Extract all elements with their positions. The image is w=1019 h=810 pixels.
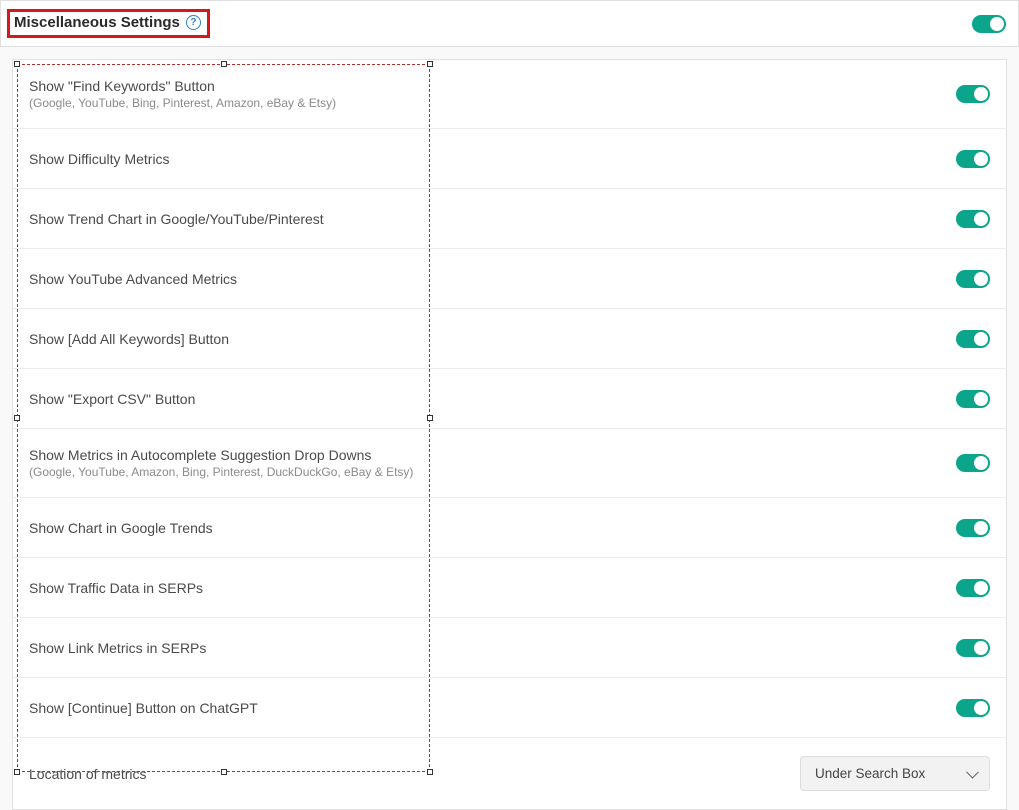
setting-row: Show Difficulty Metrics <box>13 129 1006 189</box>
setting-label: Show [Add All Keywords] Button <box>29 331 229 347</box>
setting-title: Show Traffic Data in SERPs <box>29 580 203 596</box>
setting-label: Show "Find Keywords" Button (Google, YouT… <box>29 78 336 110</box>
setting-row: Show Chart in Google Trends <box>13 498 1006 558</box>
setting-row: Show [Continue] Button on ChatGPT <box>13 678 1006 738</box>
setting-toggle[interactable] <box>956 85 990 103</box>
setting-title: Show Difficulty Metrics <box>29 151 170 167</box>
setting-title: Show Chart in Google Trends <box>29 520 213 536</box>
help-icon[interactable]: ? <box>186 15 201 30</box>
setting-title: Show YouTube Advanced Metrics <box>29 271 237 287</box>
setting-toggle[interactable] <box>956 210 990 228</box>
setting-row: Show Metrics in Autocomplete Suggestion … <box>13 429 1006 498</box>
setting-row: Show YouTube Advanced Metrics <box>13 249 1006 309</box>
setting-toggle[interactable] <box>956 454 990 472</box>
setting-label: Show Chart in Google Trends <box>29 520 213 536</box>
location-dropdown[interactable]: Under Search Box <box>800 756 990 791</box>
setting-label: Show Metrics in Autocomplete Suggestion … <box>29 447 413 479</box>
setting-label: Show YouTube Advanced Metrics <box>29 271 237 287</box>
section-title-highlight: Miscellaneous Settings ? <box>7 9 210 38</box>
setting-row: Show "Export CSV" Button <box>13 369 1006 429</box>
section-toggle[interactable] <box>972 15 1006 33</box>
dropdown-value: Under Search Box <box>815 766 925 781</box>
setting-toggle[interactable] <box>956 390 990 408</box>
setting-label: Show Trend Chart in Google/YouTube/Pinte… <box>29 211 324 227</box>
setting-row: Show [Add All Keywords] Button <box>13 309 1006 369</box>
setting-title: Show Trend Chart in Google/YouTube/Pinte… <box>29 211 324 227</box>
setting-label: Show Difficulty Metrics <box>29 151 170 167</box>
setting-title: Show [Continue] Button on ChatGPT <box>29 700 258 716</box>
setting-label: Show [Continue] Button on ChatGPT <box>29 700 258 716</box>
setting-row: Show Trend Chart in Google/YouTube/Pinte… <box>13 189 1006 249</box>
setting-title: Show "Export CSV" Button <box>29 391 195 407</box>
setting-title: Show [Add All Keywords] Button <box>29 331 229 347</box>
setting-subtitle: (Google, YouTube, Bing, Pinterest, Amazo… <box>29 96 336 110</box>
setting-title: Show Metrics in Autocomplete Suggestion … <box>29 447 413 463</box>
setting-toggle[interactable] <box>956 639 990 657</box>
setting-subtitle: (Google, YouTube, Amazon, Bing, Pinteres… <box>29 465 413 479</box>
setting-toggle[interactable] <box>956 150 990 168</box>
setting-toggle[interactable] <box>956 699 990 717</box>
section-header: Miscellaneous Settings ? <box>0 0 1019 47</box>
setting-title: Location of metrics <box>29 766 147 782</box>
setting-row: Show "Find Keywords" Button (Google, YouT… <box>13 60 1006 129</box>
setting-toggle[interactable] <box>956 579 990 597</box>
section-title: Miscellaneous Settings <box>14 14 180 31</box>
setting-label: Show Traffic Data in SERPs <box>29 580 203 596</box>
setting-label: Location of metrics <box>29 766 147 782</box>
setting-row: Location of metrics Under Search Box <box>13 738 1006 809</box>
setting-row: Show Link Metrics in SERPs <box>13 618 1006 678</box>
setting-toggle[interactable] <box>956 330 990 348</box>
setting-title: Show "Find Keywords" Button <box>29 78 336 94</box>
setting-label: Show Link Metrics in SERPs <box>29 640 206 656</box>
setting-toggle[interactable] <box>956 519 990 537</box>
setting-label: Show "Export CSV" Button <box>29 391 195 407</box>
settings-panel: Show "Find Keywords" Button (Google, YouT… <box>12 59 1007 810</box>
setting-title: Show Link Metrics in SERPs <box>29 640 206 656</box>
setting-row: Show Traffic Data in SERPs <box>13 558 1006 618</box>
setting-toggle[interactable] <box>956 270 990 288</box>
